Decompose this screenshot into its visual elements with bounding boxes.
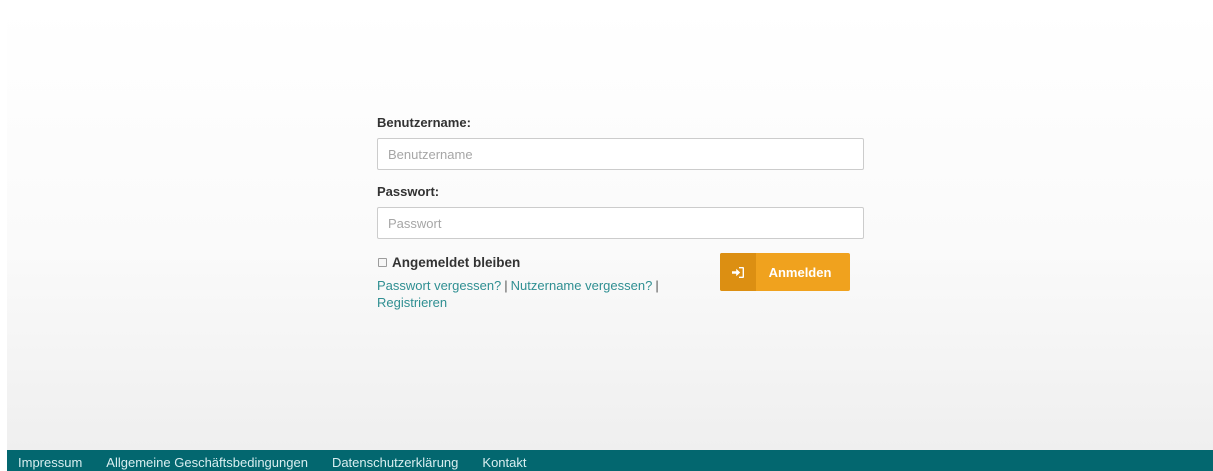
footer-link-contact[interactable]: Kontakt [482,454,526,471]
remember-me-checkbox[interactable] [378,258,387,267]
footer-link-privacy[interactable]: Datenschutzerklärung [332,454,458,471]
login-button[interactable]: Anmelden [720,253,850,291]
forgot-password-link[interactable]: Passwort vergessen? [377,278,501,293]
register-link[interactable]: Registrieren [377,295,447,310]
password-label: Passwort: [377,184,440,199]
login-actions: Angemeldet bleiben Passwort vergessen? | N… [377,253,864,325]
forgot-username-link[interactable]: Nutzername vergessen? [511,278,653,293]
password-input[interactable] [377,207,864,239]
sign-in-icon [720,253,756,291]
login-button-label: Anmelden [768,264,832,280]
password-group: Passwort: [377,184,864,239]
login-form: Benutzername: Passwort: Angemeldet bleib… [377,115,864,325]
link-separator: | [504,278,508,293]
footer: Impressum Allgemeine Geschäftsbedingunge… [7,450,1213,471]
username-label: Benutzername: [377,115,471,130]
remember-me-label: Angemeldet bleiben [392,255,521,270]
username-group: Benutzername: [377,115,864,170]
footer-link-agb[interactable]: Allgemeine Geschäftsbedingungen [106,454,308,471]
link-separator: | [655,278,659,293]
account-links: Passwort vergessen? | Nutzername vergessen… [377,277,707,311]
content-area: Benutzername: Passwort: Angemeldet bleib… [7,7,1213,450]
username-input[interactable] [377,138,864,170]
sign-in-icon-glyph [732,266,744,278]
login-page: Benutzername: Passwort: Angemeldet bleib… [0,0,1213,471]
footer-link-impressum[interactable]: Impressum [18,454,82,471]
